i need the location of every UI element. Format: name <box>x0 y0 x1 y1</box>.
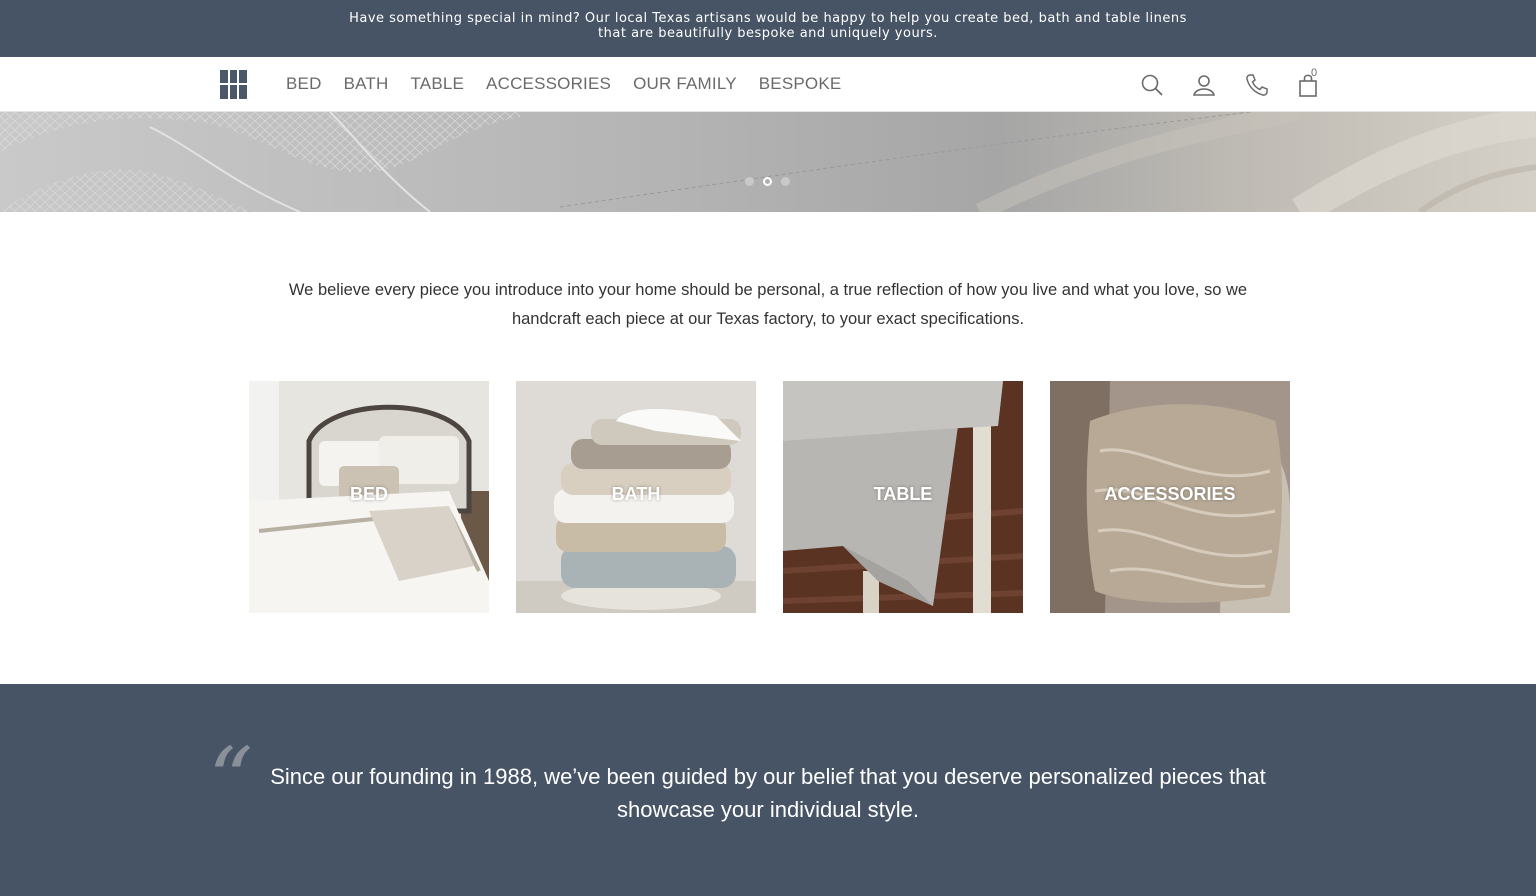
intro-statement: We believe every piece you introduce int… <box>270 276 1266 334</box>
category-tile-accessories[interactable]: ACCESSORIES <box>1050 381 1290 613</box>
header-tools <box>1140 72 1320 98</box>
hero-slider[interactable] <box>0 112 1536 212</box>
phone-icon[interactable] <box>1244 72 1268 98</box>
brand-logo[interactable] <box>220 70 247 99</box>
search-icon[interactable] <box>1140 72 1164 98</box>
category-tile-table[interactable]: TABLE <box>783 381 1023 613</box>
intro-line-2: handcraft each piece at our Texas factor… <box>511 310 1025 328</box>
quote-text: Since our founding in 1988, we’ve been g… <box>262 760 1274 826</box>
nav-item-table[interactable]: TABLE <box>410 74 464 94</box>
category-tile-bath[interactable]: BATH <box>516 381 756 613</box>
nav-item-accessories[interactable]: ACCESSORIES <box>486 74 611 94</box>
hero-linen-image <box>0 112 1536 212</box>
category-grid: BED BATH TABLE ACCESSORIES <box>249 381 1290 613</box>
nav-item-bed[interactable]: BED <box>286 74 322 94</box>
intro-line-1: We believe every piece you introduce int… <box>288 281 1248 299</box>
nav-item-our-family[interactable]: OUR FAMILY <box>633 74 737 94</box>
nav-item-bespoke[interactable]: BESPOKE <box>759 74 842 94</box>
slider-dots <box>745 177 790 186</box>
main-navigation: BED BATH TABLE ACCESSORIES OUR FAMILY BE… <box>0 57 1536 112</box>
account-icon[interactable] <box>1192 72 1216 98</box>
category-label-accessories: ACCESSORIES <box>1104 484 1236 504</box>
category-label-table: TABLE <box>873 484 933 504</box>
quote-mark-icon: “ <box>208 728 253 831</box>
category-tile-bed[interactable]: BED <box>249 381 489 613</box>
announcement-line-1: Have something special in mind? Our loca… <box>349 11 1187 26</box>
cart-count-badge: 0 <box>1311 67 1318 79</box>
slider-dot-1[interactable] <box>745 177 754 186</box>
category-label-bed: BED <box>349 484 388 504</box>
quote-line-2: showcase your individual style. <box>616 797 920 822</box>
announcement-bar: Have something special in mind? Our loca… <box>0 0 1536 57</box>
announcement-line-2: that are beautifully bespoke and uniquel… <box>598 26 938 41</box>
slider-dot-3[interactable] <box>781 177 790 186</box>
slider-dot-2[interactable] <box>763 177 772 186</box>
nav-item-bath[interactable]: BATH <box>344 74 389 94</box>
category-label-bath: BATH <box>611 484 661 504</box>
quote-line-1: Since our founding in 1988, we’ve been g… <box>270 764 1266 789</box>
nav-menu: BED BATH TABLE ACCESSORIES OUR FAMILY BE… <box>286 74 841 94</box>
quote-section: “ Since our founding in 1988, we’ve been… <box>0 684 1536 896</box>
